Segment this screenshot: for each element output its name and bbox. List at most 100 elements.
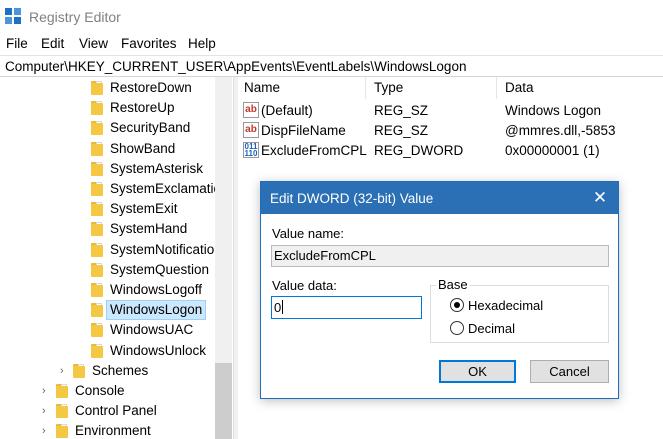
tree-item[interactable]: › Environment <box>0 421 215 439</box>
value-name: ExcludeFromCPL <box>261 143 367 158</box>
menu-bar: File Edit View Favorites Help <box>0 34 663 54</box>
tree-item[interactable]: SystemQuestion <box>0 260 215 280</box>
value-data: 0x00000001 (1) <box>505 143 600 158</box>
value-row[interactable]: ab (Default) REG_SZ Windows Logon <box>238 100 663 120</box>
hexadecimal-label[interactable]: Hexadecimal <box>468 298 543 313</box>
tree-item[interactable]: SystemExit <box>0 199 215 219</box>
key-tree[interactable]: RestoreDown RestoreUp SecurityBand ShowBand… <box>0 77 233 439</box>
tree-item[interactable]: SystemNotification <box>0 240 222 260</box>
tree-item-label: WindowsUnlock <box>110 342 207 358</box>
folder-icon <box>91 303 104 318</box>
value-row[interactable]: ab DispFileName REG_SZ @mmres.dll,-5853 <box>238 120 663 140</box>
folder-icon <box>91 121 104 136</box>
string-value-icon: ab <box>243 102 259 118</box>
dialog-title-bar[interactable]: Edit DWORD (32-bit) Value ✕ <box>261 182 618 214</box>
chevron-right-icon[interactable]: › <box>60 365 70 377</box>
folder-icon <box>91 262 104 277</box>
text-caret <box>282 300 284 314</box>
folder-icon <box>56 404 69 419</box>
tree-item[interactable]: › Schemes <box>0 361 215 381</box>
tree-item[interactable]: › Control Panel <box>0 401 215 421</box>
tree-item[interactable]: WindowsLogon <box>0 300 215 321</box>
value-data-label: Value data: <box>272 278 337 293</box>
tree-item[interactable]: › Console <box>0 381 215 401</box>
menu-help[interactable]: Help <box>188 36 216 51</box>
address-bar[interactable]: Computer\HKEY_CURRENT_USER\AppEvents\Eve… <box>0 55 663 77</box>
value-name: (Default) <box>261 103 313 118</box>
column-header-type[interactable]: Type <box>374 80 403 95</box>
tree-item-label: Control Panel <box>75 403 157 419</box>
decimal-label[interactable]: Decimal <box>468 321 515 336</box>
folder-icon <box>91 182 104 196</box>
tree-item-label: WindowsLogon <box>106 300 207 321</box>
value-type: REG_SZ <box>374 123 429 138</box>
folder-icon <box>56 384 69 398</box>
tree-item[interactable]: SystemHand <box>0 219 215 239</box>
column-header-name[interactable]: Name <box>244 80 280 95</box>
tree-item[interactable]: WindowsUAC <box>0 320 215 340</box>
folder-icon <box>91 81 104 95</box>
column-divider[interactable] <box>365 77 366 99</box>
folder-icon <box>91 202 104 217</box>
menu-edit[interactable]: Edit <box>41 36 64 51</box>
tree-item-label: WindowsUAC <box>110 322 194 338</box>
close-icon[interactable]: ✕ <box>590 188 610 208</box>
value-name-field: ExcludeFromCPL <box>271 245 609 267</box>
registry-editor-icon <box>5 8 22 25</box>
chevron-right-icon[interactable]: › <box>42 425 52 437</box>
base-label: Base <box>436 277 470 292</box>
value-name: DispFileName <box>261 123 346 138</box>
decimal-radio[interactable] <box>450 321 464 335</box>
menu-view[interactable]: View <box>79 36 108 51</box>
value-type: REG_DWORD <box>374 143 464 158</box>
tree-item-label: Environment <box>75 423 151 439</box>
chevron-right-icon[interactable]: › <box>42 405 52 417</box>
tree-scrollbar-thumb[interactable] <box>215 363 232 439</box>
edit-dword-dialog: Edit DWORD (32-bit) Value ✕ Value name: … <box>260 181 619 399</box>
value-data: Windows Logon <box>505 103 602 118</box>
folder-icon <box>91 283 104 297</box>
value-name-label: Value name: <box>272 226 345 241</box>
tree-item-label: SecurityBand <box>110 120 191 136</box>
menu-file[interactable]: File <box>6 36 28 51</box>
tree-item-label: RestoreDown <box>110 80 192 95</box>
folder-icon <box>91 343 104 358</box>
folder-icon <box>91 161 104 176</box>
folder-icon <box>91 141 104 156</box>
tree-item-label: RestoreUp <box>110 100 175 116</box>
tree-item[interactable]: ShowBand <box>0 139 215 159</box>
tree-item[interactable]: SystemExclamation <box>0 179 229 199</box>
tree-item[interactable]: SystemAsterisk <box>0 159 215 179</box>
title-bar: Registry Editor <box>0 0 663 34</box>
tree-item[interactable]: RestoreUp <box>0 98 215 118</box>
tree-item[interactable]: WindowsLogoff <box>0 280 215 300</box>
hexadecimal-radio[interactable] <box>450 298 464 312</box>
tree-item-label: SystemNotification <box>110 241 222 257</box>
tree-item-label: SystemExit <box>110 201 178 217</box>
tree-item[interactable]: SecurityBand <box>0 118 215 138</box>
ok-button[interactable]: OK <box>439 360 516 383</box>
menu-favorites[interactable]: Favorites <box>121 36 177 51</box>
value-data-input[interactable]: 0 <box>271 296 422 319</box>
tree-item-label: WindowsLogoff <box>110 282 203 297</box>
column-divider[interactable] <box>496 77 497 99</box>
tree-item-label: SystemAsterisk <box>110 160 204 176</box>
folder-icon <box>91 222 104 237</box>
value-type: REG_SZ <box>374 103 429 118</box>
address-path[interactable]: Computer\HKEY_CURRENT_USER\AppEvents\Eve… <box>5 59 466 74</box>
folder-icon <box>91 101 104 116</box>
chevron-right-icon[interactable]: › <box>42 385 52 397</box>
folder-icon <box>91 242 104 257</box>
tree-item[interactable]: WindowsUnlock <box>0 341 215 361</box>
window-title: Registry Editor <box>29 9 121 25</box>
cancel-button[interactable]: Cancel <box>530 360 609 383</box>
string-value-icon: ab <box>243 122 259 138</box>
tree-item-label: Schemes <box>92 362 149 378</box>
folder-icon <box>73 363 86 378</box>
tree-item-label: Console <box>75 383 125 398</box>
tree-item[interactable]: RestoreDown <box>0 78 215 98</box>
value-row[interactable]: 011 110 ExcludeFromCPL REG_DWORD 0x00000001… <box>238 140 663 160</box>
binary-value-icon: 011 110 <box>243 142 259 158</box>
column-header-data[interactable]: Data <box>505 80 534 95</box>
folder-icon <box>91 323 104 338</box>
